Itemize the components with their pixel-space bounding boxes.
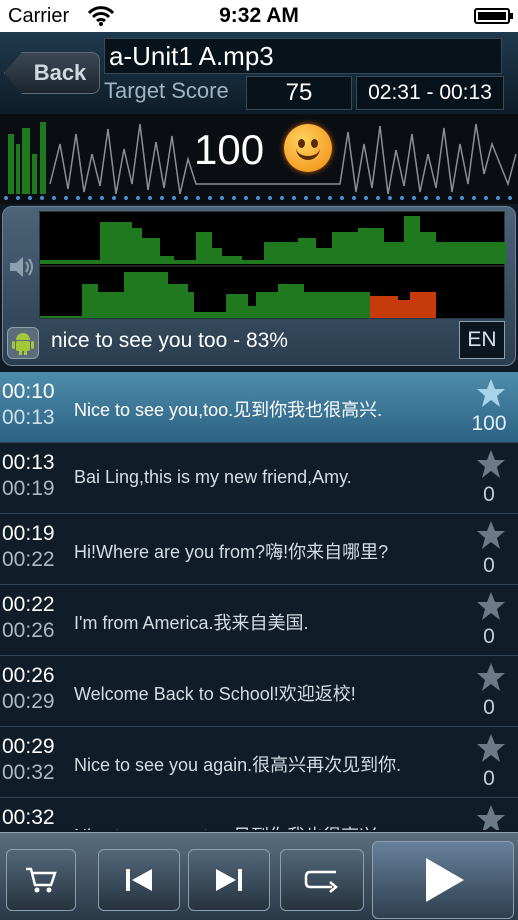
- sentence-text: Bai Ling,this is my new friend,Amy.: [74, 467, 352, 487]
- star-icon: [477, 805, 505, 830]
- sentence-row[interactable]: 00:22 00:26 I'm from America.我来自美国. 0: [0, 585, 518, 656]
- back-button-label: Back: [33, 60, 87, 85]
- star-icon: [477, 450, 505, 478]
- sentence-text: Nice to see you,too.见到你我也很高兴.: [74, 400, 383, 420]
- star-icon: [477, 734, 505, 762]
- time-range: 02:31 - 00:13: [356, 76, 504, 110]
- end-time: 00:13: [2, 406, 55, 429]
- sentence-row[interactable]: 00:19 00:22 Hi!Where are you from?嗨!你来自哪…: [0, 514, 518, 585]
- sentence-text: Nice to see you too.见到你我也很高兴.: [74, 822, 382, 830]
- end-time: 00:26: [2, 619, 55, 642]
- file-name: a-Unit1 A.mp3: [104, 38, 502, 74]
- play-icon: [426, 858, 464, 902]
- sentence-text: Nice to see you again.很高兴再次见到你.: [74, 755, 402, 775]
- recognition-result: nice to see you too - 83%: [51, 329, 288, 352]
- status-bar: Carrier 9:32 AM: [0, 0, 518, 32]
- row-score: 0: [483, 696, 495, 719]
- target-score-label: Target Score: [104, 78, 229, 103]
- sentence-row[interactable]: 00:29 00:32 Nice to see you again.很高兴再次见…: [0, 727, 518, 798]
- target-score-field[interactable]: 75: [246, 76, 352, 110]
- row-score: 0: [483, 767, 495, 790]
- sentence-text: Welcome Back to School!欢迎返校!: [74, 684, 356, 704]
- repeat-icon: [304, 870, 338, 893]
- back-button[interactable]: Back: [4, 52, 100, 94]
- android-icon: [7, 327, 39, 359]
- star-icon: [477, 521, 505, 549]
- row-score: 0: [483, 554, 495, 577]
- sentence-row[interactable]: 00:32 Nice to see you too.见到你我也很高兴.: [0, 798, 518, 830]
- end-time: 00:19: [2, 477, 55, 500]
- smiley-face-icon: [284, 124, 332, 172]
- star-icon: [477, 592, 505, 620]
- start-time: 00:10: [2, 380, 55, 403]
- repeat-button[interactable]: [280, 849, 364, 911]
- next-button[interactable]: [188, 849, 270, 911]
- start-time: 00:22: [2, 593, 55, 616]
- sentence-row[interactable]: 00:10 00:13 Nice to see you,too.见到你我也很高兴…: [0, 372, 518, 443]
- sentence-list[interactable]: 00:10 00:13 Nice to see you,too.见到你我也很高兴…: [0, 372, 518, 830]
- star-icon: [477, 663, 505, 691]
- waveform-display[interactable]: 100: [0, 114, 518, 204]
- sentence-score: 100: [194, 126, 265, 173]
- shop-button[interactable]: [6, 849, 76, 911]
- skip-next-icon: [216, 869, 242, 891]
- play-button[interactable]: [372, 841, 514, 919]
- player-toolbar: [0, 832, 518, 920]
- pitch-graph: [39, 211, 506, 319]
- sentence-text: Hi!Where are you from?嗨!你来自哪里?: [74, 542, 389, 562]
- row-score: 0: [483, 625, 495, 648]
- language-button[interactable]: EN: [459, 321, 505, 359]
- start-time: 00:26: [2, 664, 55, 687]
- clock: 9:32 AM: [219, 4, 299, 27]
- start-time: 00:29: [2, 735, 55, 758]
- start-time: 00:19: [2, 522, 55, 545]
- end-time: 00:29: [2, 690, 55, 713]
- end-time: 00:32: [2, 761, 55, 784]
- start-time: 00:32: [2, 806, 55, 829]
- star-icon: [477, 379, 505, 407]
- speaker-icon[interactable]: [7, 253, 37, 286]
- battery-icon: [474, 8, 513, 24]
- start-time: 00:13: [2, 451, 55, 474]
- row-score: 100: [471, 412, 507, 435]
- sentence-row[interactable]: 00:13 00:19 Bai Ling,this is my new frie…: [0, 443, 518, 514]
- sentence-text: I'm from America.我来自美国.: [74, 613, 309, 633]
- skip-previous-icon: [126, 869, 152, 891]
- row-score: 0: [483, 483, 495, 506]
- pitch-comparison-panel: nice to see you too - 83% EN: [2, 206, 516, 366]
- cart-icon: [26, 867, 57, 893]
- previous-button[interactable]: [98, 849, 180, 911]
- sentence-row[interactable]: 00:26 00:29 Welcome Back to School!欢迎返校!…: [0, 656, 518, 727]
- end-time: 00:22: [2, 548, 55, 571]
- player-header: Back a-Unit1 A.mp3 Target Score 75 02:31…: [0, 32, 518, 114]
